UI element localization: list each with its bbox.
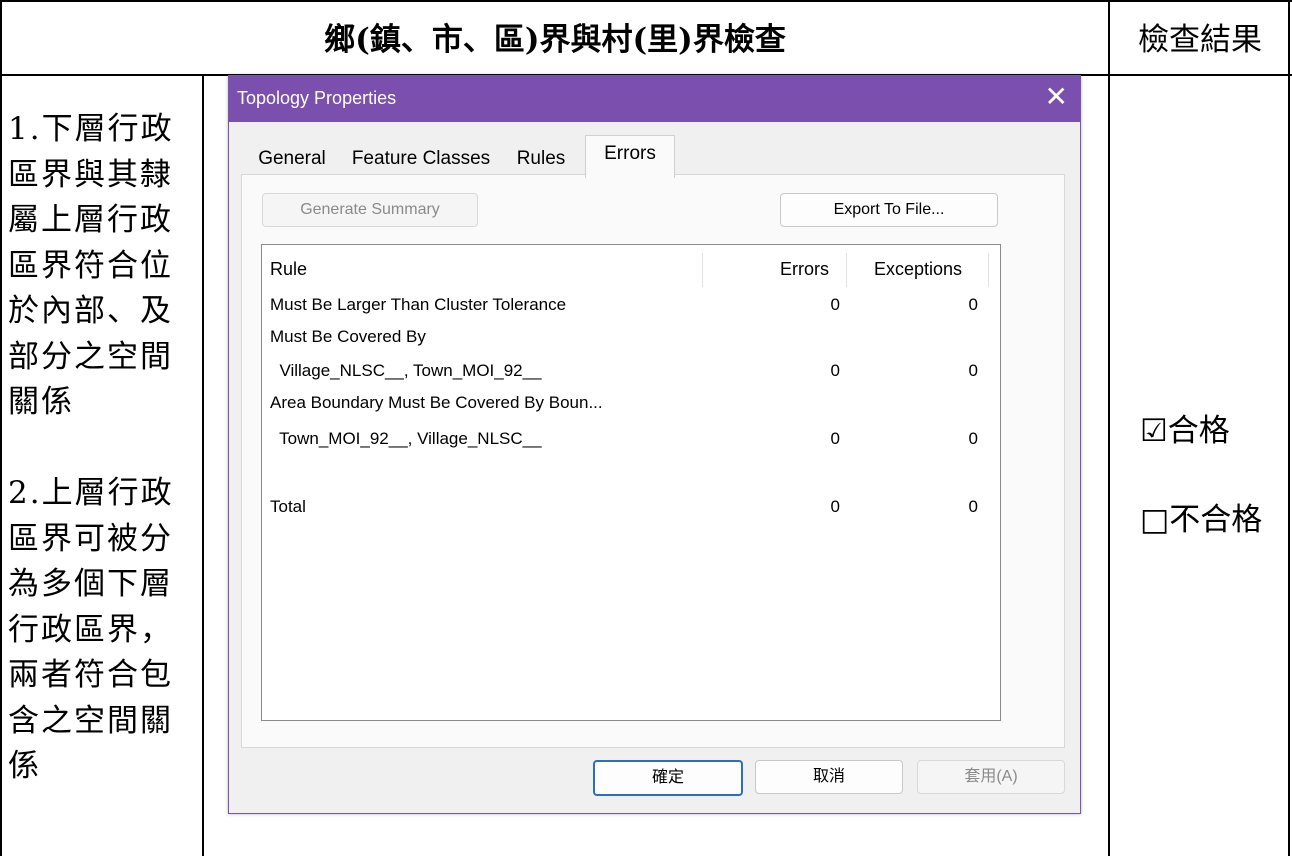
- titlebar: Topology Properties ✕: [229, 76, 1080, 122]
- export-to-file-button[interactable]: Export To File...: [780, 193, 998, 227]
- row-rule: Village_NLSC__, Town_MOI_92__: [270, 361, 542, 380]
- dialog-title: Topology Properties: [237, 88, 397, 108]
- table-border-right: [1288, 0, 1290, 856]
- close-icon[interactable]: ✕: [1045, 82, 1068, 112]
- row-exceptions: 0: [968, 429, 978, 448]
- row-rule: Town_MOI_92__, Village_NLSC__: [270, 429, 542, 448]
- description-line: 屬上層行政: [8, 202, 173, 238]
- table-border-top: [0, 0, 1292, 2]
- description-line: 區界與其隸: [8, 156, 173, 193]
- description-line: 區界符合位: [8, 247, 173, 284]
- table-border-left: [0, 0, 2, 856]
- column-exceptions[interactable]: Exceptions: [874, 259, 962, 280]
- row-exceptions: 0: [968, 497, 978, 516]
- tab-rules[interactable]: Rules: [509, 144, 573, 174]
- apply-button[interactable]: 套用(A): [917, 760, 1065, 794]
- column-separator: [846, 253, 847, 287]
- row-rule: Total: [270, 497, 306, 516]
- column-errors[interactable]: Errors: [780, 259, 829, 280]
- row-errors: 0: [830, 497, 840, 516]
- row-exceptions: 0: [968, 295, 978, 314]
- row-errors: 0: [830, 429, 840, 448]
- description-line: 係: [8, 748, 41, 784]
- description-line: 含之空間關: [8, 702, 173, 739]
- description-line: 關係: [8, 384, 74, 420]
- header-result: 檢查結果: [1138, 22, 1262, 58]
- errors-list[interactable]: Rule Errors Exceptions Must Be Larger Th…: [261, 244, 1001, 721]
- cancel-button[interactable]: 取消: [755, 760, 903, 794]
- column-separator: [702, 253, 703, 287]
- description-line: 於內部、及: [8, 293, 173, 329]
- row-rule: Must Be Larger Than Cluster Tolerance: [270, 295, 567, 314]
- description-line: 行政區界，: [8, 611, 173, 648]
- description-line: [8, 426, 200, 472]
- result-pass: ☑合格: [1140, 413, 1230, 449]
- result-fail: □不合格: [1140, 502, 1263, 538]
- description-line: 1.下層行政: [8, 111, 174, 147]
- row-errors: 0: [830, 361, 840, 380]
- column-rule[interactable]: Rule: [270, 259, 307, 280]
- row-errors: 0: [830, 295, 840, 314]
- description-line: 兩者符合包: [8, 657, 173, 693]
- tab-feature-classes[interactable]: Feature Classes: [341, 144, 501, 174]
- description-line: 2.上層行政: [8, 475, 174, 511]
- tab-general[interactable]: General: [251, 144, 333, 174]
- table-result-divider: [1108, 0, 1110, 856]
- description-line: 區界可被分: [8, 520, 173, 557]
- row-rule: Area Boundary Must Be Covered By Boun...: [270, 393, 603, 412]
- row-rule: Must Be Covered By: [270, 327, 426, 346]
- tab-errors[interactable]: Errors: [585, 135, 675, 178]
- column-separator: [988, 253, 989, 287]
- row-exceptions: 0: [968, 361, 978, 380]
- ok-button[interactable]: 確定: [593, 760, 743, 796]
- generate-summary-button[interactable]: Generate Summary: [262, 193, 478, 227]
- header-title: 鄉(鎮、市、區)界與村(里)界檢查: [324, 22, 786, 58]
- table-left-divider: [202, 75, 204, 856]
- topology-properties-dialog: Topology Properties ✕ General Feature Cl…: [228, 75, 1081, 814]
- description-line: 為多個下層: [8, 566, 173, 602]
- description-line: 部分之空間: [8, 338, 173, 375]
- left-description: 1.下層行政 區界與其隸屬上層行政區界符合位於內部、及部分之空間關係 2.上層行政區…: [8, 107, 200, 790]
